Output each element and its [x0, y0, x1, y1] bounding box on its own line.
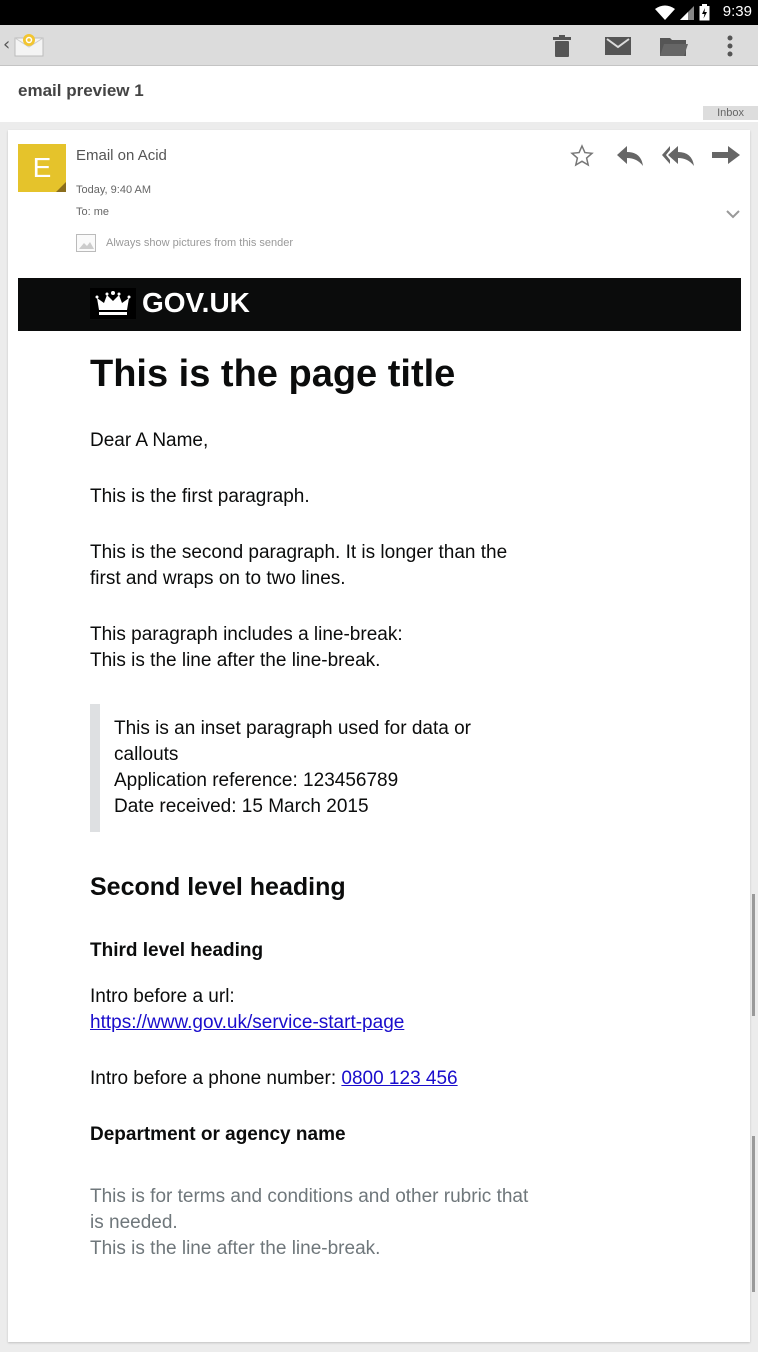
scrollbar-thumb[interactable]: [752, 1136, 755, 1292]
delete-button[interactable]: [546, 31, 578, 61]
show-pictures-link[interactable]: Always show pictures from this sender: [76, 234, 293, 252]
greeting: Dear A Name,: [90, 430, 209, 451]
battery-icon: [699, 4, 710, 21]
mark-unread-icon: [605, 37, 631, 55]
reply-icon: [617, 146, 643, 166]
email-subject: email preview 1: [18, 81, 144, 100]
overflow-menu-button[interactable]: [714, 31, 746, 61]
url-paragraph: Intro before a url: https://www.gov.uk/s…: [90, 984, 610, 1036]
message-card: E Email on Acid Today, 9:40 AM To: me Al…: [8, 130, 750, 1342]
rubric-line-2: This is the line after the line-break.: [90, 1238, 381, 1259]
crown-icon: [90, 288, 136, 319]
expand-details-button[interactable]: [726, 204, 740, 223]
paragraph-line-1: This paragraph includes a line-break:: [90, 624, 403, 645]
chevron-down-icon: [726, 210, 740, 219]
phone-link[interactable]: 0800 123 456: [341, 1068, 457, 1089]
avatar-corner: [56, 182, 66, 192]
forward-icon: [712, 146, 740, 164]
page-title: This is the page title: [90, 353, 456, 395]
sender-avatar[interactable]: E: [18, 144, 66, 192]
clock: 9:39: [722, 3, 752, 20]
inset-reference: Application reference: 123456789: [114, 770, 399, 791]
star-icon: [570, 144, 594, 167]
paragraph-second: This is the second paragraph. It is long…: [90, 542, 508, 589]
star-button[interactable]: [566, 142, 598, 170]
paragraph-first: This is the first paragraph.: [90, 486, 310, 507]
mark-unread-button[interactable]: [602, 31, 634, 61]
inbox-label[interactable]: Inbox: [703, 106, 758, 120]
department-name: Department or agency name: [90, 1124, 346, 1145]
signal-icon: [680, 5, 694, 20]
show-pictures-text: Always show pictures from this sender: [106, 237, 294, 249]
paragraph-line-break: This paragraph includes a line-break: Th…: [90, 622, 610, 674]
third-level-heading: Third level heading: [90, 940, 264, 961]
govuk-header: GOV.UK: [18, 278, 741, 331]
email-app-icon[interactable]: [14, 33, 44, 57]
forward-button[interactable]: [710, 142, 742, 170]
govuk-logo-text[interactable]: GOV.UK: [142, 287, 250, 319]
wifi-icon: [655, 5, 675, 20]
reply-all-icon: [662, 146, 694, 166]
reply-button[interactable]: [614, 142, 646, 170]
rubric-text: This is for terms and conditions and oth…: [90, 1184, 610, 1262]
inset-date: Date received: 15 March 2015: [114, 796, 369, 817]
email-body: This is the page title Dear A Name, This…: [90, 348, 610, 1292]
url-intro: Intro before a url:: [90, 986, 235, 1007]
scrollbar[interactable]: [752, 894, 755, 1016]
phone-paragraph: Intro before a phone number: 0800 123 45…: [90, 1066, 610, 1092]
rubric-line-1: This is for terms and conditions and oth…: [90, 1186, 529, 1233]
message-actions: [566, 142, 742, 170]
sender-name[interactable]: Email on Acid: [76, 147, 167, 164]
second-level-heading: Second level heading: [90, 873, 346, 901]
inset-line-1: This is an inset paragraph used for data…: [114, 718, 471, 765]
move-to-folder-button[interactable]: [658, 31, 690, 61]
avatar-letter: E: [32, 152, 52, 183]
inset-callout: This is an inset paragraph used for data…: [90, 704, 610, 832]
move-to-folder-icon: [660, 38, 688, 56]
paragraph-line-2: This is the line after the line-break.: [90, 650, 381, 671]
reply-all-button[interactable]: [662, 142, 694, 170]
back-chevron-icon[interactable]: ‹: [3, 34, 10, 55]
delete-icon: [553, 35, 571, 57]
overflow-menu-icon: [727, 35, 733, 57]
service-start-link[interactable]: https://www.gov.uk/service-start-page: [90, 1012, 404, 1033]
message-date: Today, 9:40 AM: [76, 184, 152, 196]
image-placeholder-icon: [76, 234, 96, 252]
status-icons: [655, 4, 710, 21]
subject-bar: email preview 1 Inbox: [0, 66, 758, 122]
recipient-line: To: me: [76, 206, 110, 218]
status-bar: 9:39: [0, 0, 758, 25]
phone-intro: Intro before a phone number:: [90, 1068, 342, 1089]
action-bar: ‹: [0, 25, 758, 66]
